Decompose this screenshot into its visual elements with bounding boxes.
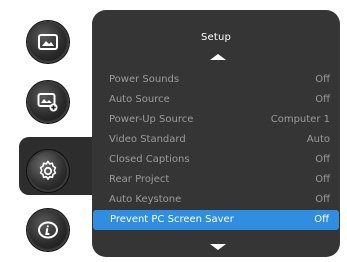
menu-item-closed-captions[interactable]: Closed Captions Off: [92, 150, 340, 170]
menu-item-rear-project[interactable]: Rear Project Off: [92, 170, 340, 190]
menu-item-auto-keystone[interactable]: Auto Keystone Off: [92, 190, 340, 210]
scroll-up-arrow-icon[interactable]: [210, 54, 226, 60]
menu-item-label: Video Standard: [109, 134, 186, 145]
menu-item-value: Off: [315, 74, 330, 85]
menu-item-auto-source[interactable]: Auto Source Off: [92, 90, 340, 110]
menu-item-value: Off: [314, 214, 329, 225]
menu-item-value: Off: [315, 174, 330, 185]
menu-item-value: Off: [315, 94, 330, 105]
menu-item-video-standard[interactable]: Video Standard Auto: [92, 130, 340, 150]
menu-item-value: Off: [315, 194, 330, 205]
menu-item-label: Auto Keystone: [109, 194, 182, 205]
image-icon[interactable]: [27, 21, 69, 63]
menu-item-label: Prevent PC Screen Saver: [110, 214, 234, 225]
menu-item-label: Closed Captions: [109, 154, 190, 165]
menu-item-label: Auto Source: [109, 94, 170, 105]
menu-item-label: Power Sounds: [109, 74, 180, 85]
menu-item-value: Auto: [306, 134, 330, 145]
setup-menu-list: Power Sounds Off Auto Source Off Power-U…: [92, 70, 340, 230]
setup-menu-panel: Setup Power Sounds Off Auto Source Off P…: [92, 10, 340, 257]
menu-item-value: Off: [315, 154, 330, 165]
menu-item-prevent-pc-screen-saver[interactable]: Prevent PC Screen Saver Off: [93, 210, 339, 230]
menu-item-power-sounds[interactable]: Power Sounds Off: [92, 70, 340, 90]
image-plus-icon[interactable]: [27, 81, 69, 123]
scroll-down-arrow-icon[interactable]: [210, 244, 226, 250]
menu-item-value: Computer 1: [270, 114, 330, 125]
panel-title: Setup: [200, 32, 232, 43]
gear-icon[interactable]: [27, 150, 69, 192]
info-icon[interactable]: [27, 209, 69, 251]
menu-item-power-up-source[interactable]: Power-Up Source Computer 1: [92, 110, 340, 130]
menu-item-label: Rear Project: [109, 174, 170, 185]
menu-item-label: Power-Up Source: [109, 114, 194, 125]
